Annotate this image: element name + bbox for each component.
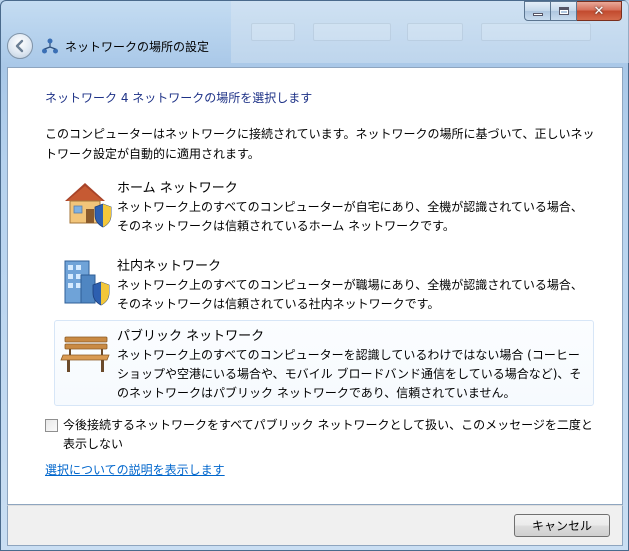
- home-network-description: ネットワーク上のすべてのコンピューターが自宅にあり、全機が認識されている場合、そ…: [117, 200, 583, 233]
- help-link[interactable]: 選択についての説明を表示します: [45, 461, 225, 478]
- maximize-icon: [558, 7, 569, 15]
- background-ghost-button: [407, 23, 463, 41]
- intro-text: このコンピューターはネットワークに接続されています。ネットワークの場所に基づいて…: [45, 127, 595, 161]
- minimize-icon: [532, 12, 543, 16]
- home-network-icon: [65, 183, 112, 228]
- network-icon: [42, 38, 58, 54]
- background-ghost-button: [481, 23, 591, 41]
- cancel-button[interactable]: キャンセル: [514, 514, 610, 537]
- dialog-content: ネットワーク 4 ネットワークの場所を選択します このコンピューターはネットワー…: [7, 67, 623, 505]
- work-network-description: ネットワーク上のすべてのコンピューターが職場にあり、全機が認識されている場合、そ…: [117, 278, 583, 311]
- work-network-title: 社内ネットワーク: [117, 259, 222, 274]
- close-icon: ✕: [593, 3, 605, 19]
- public-network-title: パブリック ネットワーク: [117, 329, 265, 344]
- home-network-option[interactable]: ホーム ネットワーク ネットワーク上のすべてのコンピューターが自宅にあり、全機が…: [54, 172, 594, 252]
- close-button[interactable]: ✕: [577, 1, 622, 21]
- public-network-description: ネットワーク上のすべてのコンピューターを認識しているわけではない場合 (コーヒー…: [117, 348, 582, 400]
- back-button[interactable]: [7, 33, 33, 59]
- treat-as-public-checkbox[interactable]: [45, 419, 58, 432]
- minimize-button[interactable]: [524, 1, 551, 21]
- title-bar: ネットワークの場所の設定: [7, 31, 209, 61]
- dialog-footer: キャンセル: [7, 505, 623, 546]
- page-heading: ネットワーク 4 ネットワークの場所を選択します: [45, 91, 313, 105]
- maximize-button[interactable]: [551, 1, 577, 21]
- home-network-title: ホーム ネットワーク: [117, 181, 238, 196]
- work-network-option[interactable]: 社内ネットワーク ネットワーク上のすべてのコンピューターが職場にあり、全機が認識…: [54, 250, 594, 330]
- dialog-window: ✕ ネットワークの場所の設定 ネットワーク 4 ネットワークの場所を選択します …: [0, 0, 629, 551]
- caption-buttons: ✕: [524, 1, 622, 21]
- background-ghost-button: [313, 23, 391, 41]
- public-network-icon: [60, 336, 110, 372]
- back-arrow-icon: [15, 39, 24, 53]
- treat-as-public-label[interactable]: 今後接続するネットワークをすべてパブリック ネットワークとして扱い、このメッセー…: [63, 416, 603, 454]
- background-ghost-button: [251, 23, 295, 41]
- public-network-option[interactable]: パブリック ネットワーク ネットワーク上のすべてのコンピューターを認識しているわ…: [54, 320, 594, 406]
- work-network-icon: [64, 260, 110, 306]
- window-title: ネットワークの場所の設定: [65, 39, 210, 54]
